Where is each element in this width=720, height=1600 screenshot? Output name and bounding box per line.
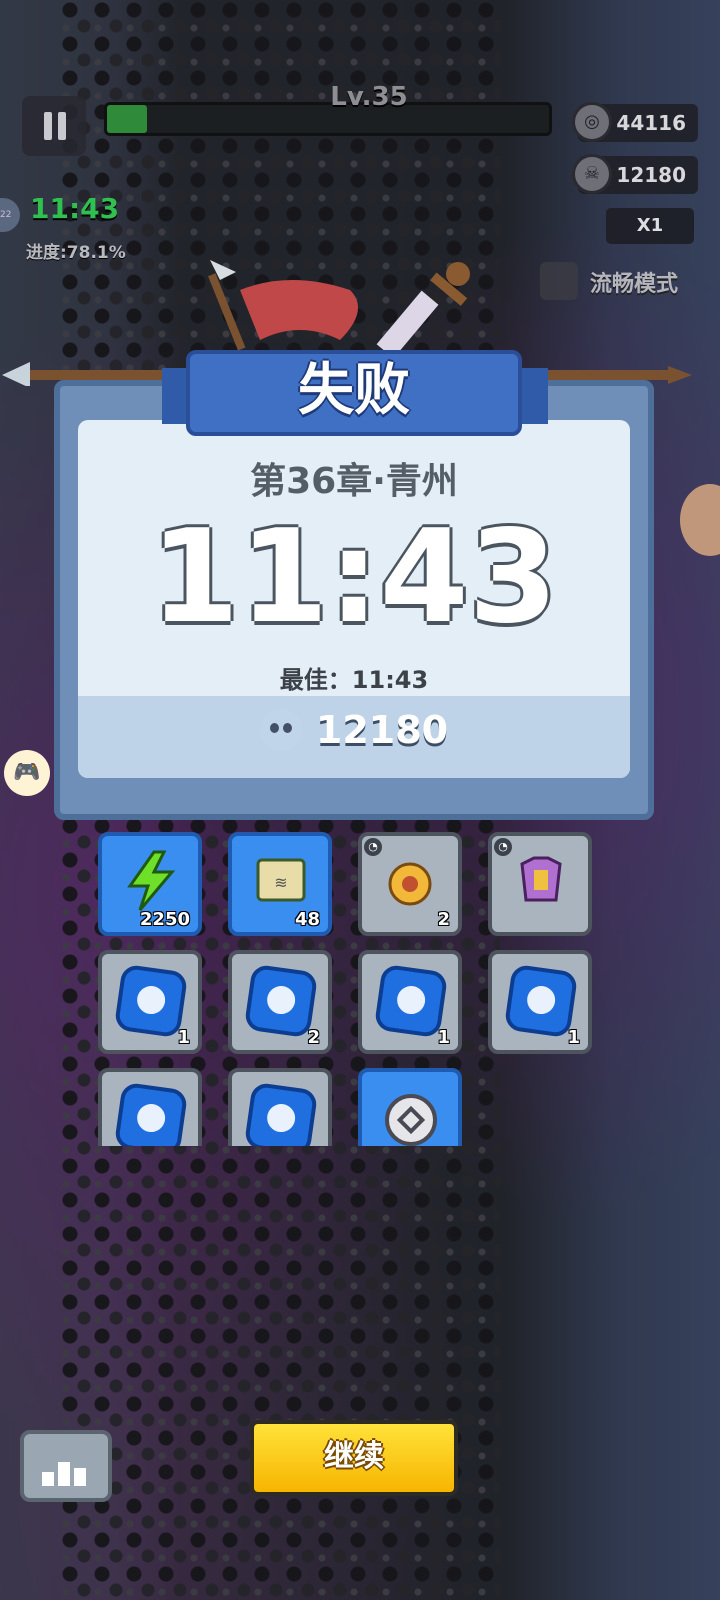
reward-coin[interactable]	[358, 1068, 462, 1146]
reward-qty: 1	[177, 1027, 190, 1048]
reward-sword-gem[interactable]: 1	[488, 950, 592, 1054]
reward-qty: 2250	[139, 909, 190, 930]
reward-qty: 1	[567, 1027, 580, 1048]
reward-qty: 1	[437, 1027, 450, 1048]
reward-armor-gem[interactable]	[228, 1068, 332, 1146]
scroll-icon: ≋	[256, 858, 306, 902]
equipment-tag-icon: ◔	[494, 838, 512, 856]
kill-counter: ☠ 12180	[572, 154, 698, 194]
reward-medal-gem[interactable]: 2	[228, 950, 332, 1054]
leaderboard-button[interactable]	[20, 1430, 112, 1502]
chapter-name: 第36章·青州	[250, 461, 458, 502]
armor-icon	[520, 856, 562, 902]
result-title: 失败	[298, 358, 410, 423]
coin-counter: ◎ 44116	[572, 102, 698, 142]
kill-total: 12180	[78, 708, 630, 752]
reward-helmet-gem[interactable]: 1	[98, 950, 202, 1054]
kill-total-value: 12180	[315, 708, 449, 752]
podium-bar	[42, 1472, 54, 1486]
speed-button[interactable]: X1	[606, 208, 694, 244]
reward-amulet[interactable]: ◔ 2	[358, 832, 462, 936]
level-label: Lv.35	[330, 82, 408, 112]
skull-icon: ☠	[572, 154, 612, 194]
reward-boot-gem[interactable]	[98, 1068, 202, 1146]
reward-energy[interactable]: 2250	[98, 832, 202, 936]
reward-qty: 2	[437, 909, 450, 930]
gamepad-icon[interactable]: 🎮	[4, 750, 50, 796]
progress-text: 进度:78.1%	[26, 243, 126, 263]
pause-button[interactable]	[22, 96, 86, 156]
reward-gauntlet-gem[interactable]: 1	[358, 950, 462, 1054]
reward-grid: 2250 ≋ 48 ◔ 2 ◔ 1 2 1 1	[98, 832, 598, 1146]
amulet-icon	[388, 862, 432, 906]
armor-gem-icon	[243, 1081, 319, 1146]
svg-text:≋: ≋	[274, 873, 287, 892]
coin-icon: ◎	[572, 102, 612, 142]
smooth-mode-checkbox[interactable]	[540, 262, 578, 300]
coin-count: 44116	[616, 111, 686, 135]
smooth-mode-label: 流畅模式	[590, 272, 679, 297]
equipment-tag-icon: ◔	[364, 838, 382, 856]
best-time: 最佳：11:43	[279, 666, 429, 694]
podium-bar	[74, 1468, 86, 1486]
skull-icon	[259, 709, 302, 751]
reward-qty: 2	[307, 1027, 320, 1048]
flag-and-sword-icon	[208, 260, 470, 359]
reward-scroll[interactable]: ≋ 48	[228, 832, 332, 936]
coin-icon	[385, 1094, 437, 1146]
reward-armor[interactable]: ◔	[488, 832, 592, 936]
survival-time: 11:43	[150, 503, 558, 652]
kill-count: 12180	[616, 163, 686, 187]
boot-gem-icon	[113, 1081, 189, 1146]
podium-bar	[58, 1462, 70, 1486]
lightning-icon	[127, 850, 176, 911]
continue-button[interactable]: 继续	[250, 1420, 458, 1496]
run-timer: 11:43	[30, 192, 120, 225]
reward-qty: 48	[294, 909, 320, 930]
